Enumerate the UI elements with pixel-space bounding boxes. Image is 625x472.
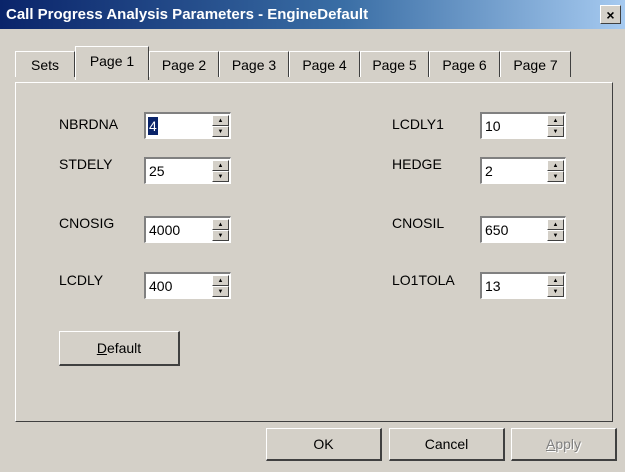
tab-page-5[interactable]: Page 5 <box>360 51 429 77</box>
cancel-button[interactable]: Cancel <box>389 428 505 461</box>
lcdly1-input[interactable]: 10 <box>484 117 502 135</box>
stdely-spin-down-icon[interactable]: ▼ <box>212 171 229 182</box>
lo1tola-spin-up-icon[interactable]: ▲ <box>547 275 564 286</box>
cnosil-spin-down-icon[interactable]: ▼ <box>547 230 564 241</box>
lcdly1-spin-up-icon[interactable]: ▲ <box>547 115 564 126</box>
tab-page-7[interactable]: Page 7 <box>500 51 571 77</box>
tab-panel-page-1: NBRDNA 4 ▲ ▼ STDELY 25 ▲ ▼ CNOSIG 4000 ▲… <box>15 82 613 422</box>
lo1tola-label: LO1TOLA <box>392 272 455 288</box>
tab-page-4[interactable]: Page 4 <box>289 51 360 77</box>
lcdly-spin-down-icon[interactable]: ▼ <box>212 286 229 297</box>
lcdly-label: LCDLY <box>59 272 104 288</box>
lo1tola-spin-down-icon[interactable]: ▼ <box>547 286 564 297</box>
nbrdna-label: NBRDNA <box>59 116 119 132</box>
tab-page-6[interactable]: Page 6 <box>429 51 500 77</box>
cnosig-spin-down-icon[interactable]: ▼ <box>212 230 229 241</box>
lcdly1-label: LCDLY1 <box>392 116 444 132</box>
stdely-label: STDELY <box>59 156 113 172</box>
lo1tola-input[interactable]: 13 <box>484 277 502 295</box>
tab-page-3[interactable]: Page 3 <box>219 51 289 77</box>
window-title: Call Progress Analysis Parameters - Engi… <box>6 6 369 23</box>
lcdly-spinbox[interactable]: 400 ▲ ▼ <box>144 272 231 299</box>
stdely-input[interactable]: 25 <box>148 162 166 180</box>
cnosil-input[interactable]: 650 <box>484 221 509 239</box>
cnosig-spin-up-icon[interactable]: ▲ <box>212 219 229 230</box>
lcdly1-spinbox[interactable]: 10 ▲ ▼ <box>480 112 566 139</box>
hedge-spin-up-icon[interactable]: ▲ <box>547 160 564 171</box>
stdely-spin-up-icon[interactable]: ▲ <box>212 160 229 171</box>
close-icon: × <box>606 6 615 23</box>
hedge-spinbox[interactable]: 2 ▲ ▼ <box>480 157 566 184</box>
hedge-label: HEDGE <box>392 156 442 172</box>
nbrdna-input[interactable]: 4 <box>148 117 158 135</box>
cnosig-spinbox[interactable]: 4000 ▲ ▼ <box>144 216 231 243</box>
lo1tola-spinbox[interactable]: 13 ▲ ▼ <box>480 272 566 299</box>
nbrdna-spin-up-icon[interactable]: ▲ <box>212 115 229 126</box>
nbrdna-spin-down-icon[interactable]: ▼ <box>212 126 229 137</box>
cnosil-spin-up-icon[interactable]: ▲ <box>547 219 564 230</box>
cnosig-label: CNOSIG <box>59 215 115 231</box>
tab-page-2[interactable]: Page 2 <box>149 51 219 77</box>
stdely-spinbox[interactable]: 25 ▲ ▼ <box>144 157 231 184</box>
lcdly-input[interactable]: 400 <box>148 277 173 295</box>
cnosil-label: CNOSIL <box>392 215 445 231</box>
hedge-spin-down-icon[interactable]: ▼ <box>547 171 564 182</box>
cnosil-spinbox[interactable]: 650 ▲ ▼ <box>480 216 566 243</box>
apply-button[interactable]: Apply <box>511 428 617 461</box>
cnosig-input[interactable]: 4000 <box>148 221 181 239</box>
lcdly1-spin-down-icon[interactable]: ▼ <box>547 126 564 137</box>
lcdly-spin-up-icon[interactable]: ▲ <box>212 275 229 286</box>
title-bar[interactable]: Call Progress Analysis Parameters - Engi… <box>0 0 625 29</box>
tab-strip: Sets Page 1 Page 2 Page 3 Page 4 Page 5 … <box>15 46 615 82</box>
ok-button[interactable]: OK <box>266 428 382 461</box>
hedge-input[interactable]: 2 <box>484 162 494 180</box>
tab-sets[interactable]: Sets <box>15 51 75 77</box>
tab-page-1[interactable]: Page 1 <box>75 46 149 80</box>
default-button[interactable]: Default <box>59 331 180 366</box>
nbrdna-spinbox[interactable]: 4 ▲ ▼ <box>144 112 231 139</box>
close-button[interactable]: × <box>600 5 621 24</box>
